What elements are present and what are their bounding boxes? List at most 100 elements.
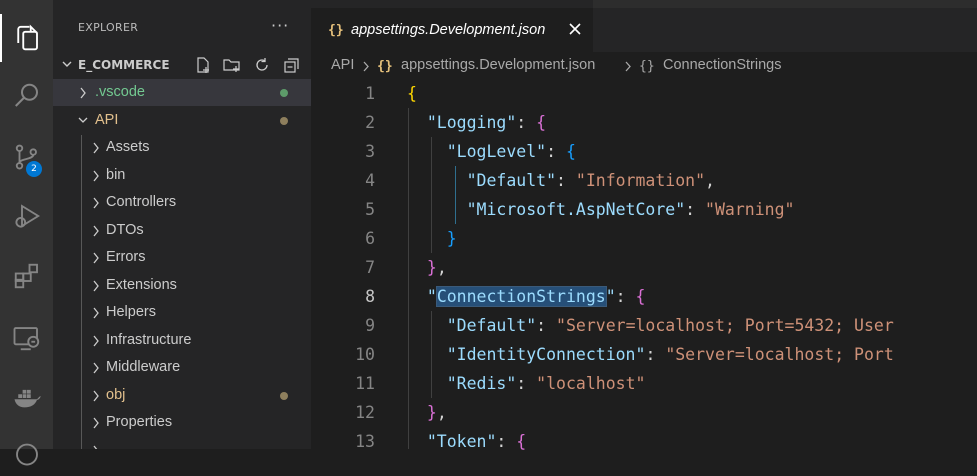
new-folder-icon[interactable] [223, 56, 241, 74]
git-status-dot [280, 89, 288, 97]
code-line[interactable]: 12 }, [311, 399, 977, 428]
run-debug-icon[interactable] [0, 192, 53, 240]
code-text: "LogLevel": { [407, 142, 576, 161]
code-token: } [426, 258, 437, 277]
tree-item[interactable]: bin [53, 162, 311, 189]
code-token: , [705, 171, 715, 190]
docker-icon[interactable] [0, 374, 53, 422]
tab-appsettings-development[interactable]: {} appsettings.Development.json [311, 8, 593, 53]
code-line[interactable]: 7 }, [311, 254, 977, 283]
chevron-down-icon [62, 61, 72, 67]
line-number: 12 [355, 403, 375, 422]
git-status-dot [280, 391, 288, 400]
line-number: 8 [365, 287, 375, 306]
code-line[interactable]: 8 "ConnectionStrings": { [311, 283, 977, 312]
code-token: "Logging" [426, 113, 517, 132]
line-number: 13 [355, 432, 375, 451]
code-token: "IdentityConnection" [446, 345, 646, 364]
tree-item[interactable]: .vscode [53, 79, 311, 106]
tree-item[interactable]: Infrastructure [53, 327, 311, 354]
code-line[interactable]: 4 "Default": "Information", [311, 167, 977, 196]
code-line[interactable]: 10 "IdentityConnection": "Server=localho… [311, 341, 977, 370]
tree-item-label: Helpers [106, 304, 156, 320]
chevron-right-icon [93, 445, 98, 449]
chevron-right-icon [93, 197, 99, 209]
tree-item[interactable]: Properties [53, 409, 311, 436]
code-token: : [645, 345, 666, 364]
close-icon[interactable] [566, 20, 584, 38]
json-file-icon: {} [328, 23, 344, 38]
tree-item[interactable]: Assets [53, 134, 311, 161]
explorer-icon[interactable] [0, 14, 53, 62]
tree-item-label: obj [106, 386, 126, 403]
tree-item[interactable]: DTOs [53, 217, 311, 244]
tab-bar-empty [593, 0, 977, 8]
collapse-all-icon[interactable] [283, 56, 301, 74]
code-line[interactable]: 13 "Token": { [311, 428, 977, 457]
chevron-right-icon [93, 142, 99, 154]
code-token: "Server=localhost; Port=5432; User [556, 316, 894, 335]
extensions-icon[interactable] [0, 252, 53, 300]
code-text: "Redis": "localhost" [407, 374, 646, 393]
tree-item[interactable]: Errors [53, 244, 311, 271]
code-token: " [605, 287, 616, 306]
code-line[interactable]: 9 "Default": "Server=localhost; Port=543… [311, 312, 977, 341]
code-token: : [556, 171, 576, 190]
code-token: "Default" [446, 316, 537, 335]
remote-explorer-icon[interactable] [0, 314, 53, 362]
code-line[interactable]: 5 "Microsoft.AspNetCore": "Warning" [311, 196, 977, 225]
line-number: 11 [355, 374, 375, 393]
chevron-down-icon [78, 117, 88, 123]
chevron-right-icon [93, 170, 99, 181]
tree-item[interactable]: Controllers [53, 189, 311, 216]
chevron-right-icon [93, 362, 99, 374]
tree-item[interactable]: API [53, 107, 311, 134]
tree-item-label: Middleware [106, 359, 181, 375]
search-icon[interactable] [0, 72, 53, 120]
code-token: } [426, 403, 437, 422]
activity-bar: 2 [0, 0, 53, 466]
chevron-right-icon [93, 390, 99, 401]
code-token: : [615, 287, 636, 306]
tree-item[interactable]: Helpers [53, 299, 311, 326]
code-line[interactable]: 3 "LogLevel": { [311, 138, 977, 167]
code-line[interactable]: 1{ [311, 80, 977, 109]
tree-item[interactable]: Extensions [53, 272, 311, 299]
code-text: "Logging": { [407, 113, 546, 132]
breadcrumb-item-api[interactable]: API [331, 57, 354, 73]
json-object-icon: {} [639, 59, 655, 74]
line-number: 6 [365, 229, 375, 248]
tree-item-label: Controllers [106, 194, 177, 210]
code-text: "Default": "Information", [407, 171, 715, 190]
breadcrumb-item-file[interactable]: appsettings.Development.json [401, 57, 595, 73]
tree-item[interactable] [53, 437, 311, 449]
new-file-icon[interactable] [194, 56, 212, 74]
more-actions-icon[interactable]: ··· [271, 16, 289, 35]
source-control-icon[interactable]: 2 [0, 133, 53, 181]
code-line[interactable]: 2 "Logging": { [311, 109, 977, 138]
code-token: { [536, 113, 547, 132]
line-number: 2 [365, 113, 375, 132]
tree-item[interactable]: obj [53, 382, 311, 409]
code-token: : [496, 432, 517, 451]
chevron-right-icon [625, 61, 631, 72]
chevron-right-icon [80, 87, 86, 99]
code-token: "Server=localhost; Port [665, 345, 894, 364]
breadcrumb-item-symbol[interactable]: ConnectionStrings [663, 57, 782, 73]
line-number: 4 [365, 171, 375, 190]
account-icon[interactable] [0, 428, 53, 476]
code-text: }, [407, 258, 447, 277]
code-token: : [546, 142, 566, 161]
code-line[interactable]: 11 "Redis": "localhost" [311, 370, 977, 399]
code-text: "ConnectionStrings": { [407, 286, 645, 307]
workspace-section-header[interactable]: E_COMMERCE [53, 52, 311, 78]
tree-item-label: API [95, 111, 119, 128]
tree-item[interactable]: Middleware [53, 354, 311, 381]
code-line[interactable]: 6 } [311, 225, 977, 254]
refresh-icon[interactable] [253, 56, 271, 74]
